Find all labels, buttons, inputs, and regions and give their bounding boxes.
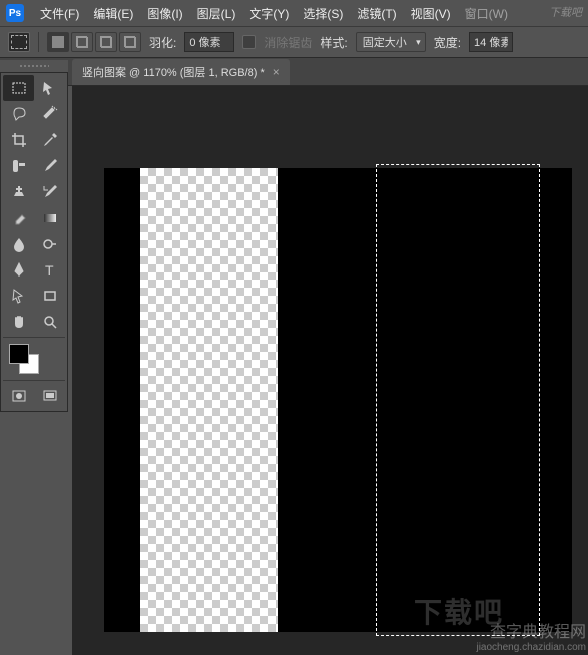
color-swatches — [3, 340, 65, 378]
blur-tool[interactable] — [3, 231, 34, 257]
rectangle-tool[interactable] — [34, 283, 65, 309]
menu-file[interactable]: 文件(F) — [34, 2, 85, 25]
pen-tool[interactable] — [3, 257, 34, 283]
close-icon[interactable]: × — [273, 65, 280, 79]
selection-new-button[interactable] — [47, 32, 69, 52]
menubar: Ps 文件(F) 编辑(E) 图像(I) 图层(L) 文字(Y) 选择(S) 滤… — [0, 0, 588, 26]
tools-panel-wrap: T — [0, 60, 68, 412]
tab-bar: 竖向图案 @ 1170% (图层 1, RGB/8) * × — [0, 58, 588, 86]
menu-view[interactable]: 视图(V) — [405, 2, 457, 25]
dodge-tool[interactable] — [34, 231, 65, 257]
menu-edit[interactable]: 编辑(E) — [87, 2, 139, 25]
clone-stamp-tool[interactable] — [3, 179, 34, 205]
path-selection-tool[interactable] — [3, 283, 34, 309]
antialias-checkbox[interactable] — [242, 35, 256, 49]
canvas-area[interactable] — [72, 86, 588, 655]
hand-tool[interactable] — [3, 309, 34, 335]
document-tab[interactable]: 竖向图案 @ 1170% (图层 1, RGB/8) * × — [72, 59, 290, 85]
selection-subtract-button[interactable] — [95, 32, 117, 52]
selection-add-button[interactable] — [71, 32, 93, 52]
document-tab-title: 竖向图案 @ 1170% (图层 1, RGB/8) * — [82, 64, 265, 80]
move-tool[interactable] — [34, 75, 65, 101]
width-label: 宽度: — [434, 34, 461, 51]
menu-layer[interactable]: 图层(L) — [191, 2, 242, 25]
eraser-tool[interactable] — [3, 205, 34, 231]
menu-filter[interactable]: 滤镜(T) — [351, 2, 402, 25]
spot-healing-tool[interactable] — [3, 153, 34, 179]
transparent-region — [140, 168, 278, 632]
selection-intersect-button[interactable] — [119, 32, 141, 52]
feather-input[interactable] — [184, 32, 234, 52]
menu-select[interactable]: 选择(S) — [297, 2, 349, 25]
eyedropper-tool[interactable] — [34, 127, 65, 153]
tools-panel: T — [0, 72, 68, 412]
antialias-label: 消除锯齿 — [264, 34, 312, 51]
app-logo-icon: Ps — [6, 4, 24, 22]
brush-tool[interactable] — [34, 153, 65, 179]
foreground-color[interactable] — [9, 344, 29, 364]
style-dropdown[interactable]: 固定大小 — [356, 32, 426, 52]
magic-wand-tool[interactable] — [34, 101, 65, 127]
watermark-top: 下载吧 — [549, 4, 582, 20]
type-tool[interactable]: T — [34, 257, 65, 283]
options-bar: 羽化: 消除锯齿 样式: 固定大小 宽度: — [0, 26, 588, 58]
gradient-tool[interactable] — [34, 205, 65, 231]
marquee-selection[interactable] — [376, 164, 540, 636]
feather-label: 羽化: — [149, 34, 176, 51]
zoom-tool[interactable] — [34, 309, 65, 335]
crop-tool[interactable] — [3, 127, 34, 153]
screen-mode-tool[interactable] — [34, 383, 65, 409]
tools-panel-handle[interactable] — [0, 60, 68, 72]
quick-mask-tool[interactable] — [3, 383, 34, 409]
document-canvas[interactable] — [104, 168, 572, 632]
svg-text:T: T — [45, 262, 54, 278]
history-brush-tool[interactable] — [34, 179, 65, 205]
menu-type[interactable]: 文字(Y) — [243, 2, 295, 25]
menu-image[interactable]: 图像(I) — [141, 2, 188, 25]
width-input[interactable] — [469, 32, 513, 52]
lasso-tool[interactable] — [3, 101, 34, 127]
style-label: 样式: — [320, 34, 347, 51]
selection-mode-group — [47, 32, 141, 52]
menu-window[interactable]: 窗口(W) — [459, 2, 514, 25]
rectangular-marquee-tool[interactable] — [3, 75, 34, 101]
current-tool-icon[interactable] — [8, 32, 30, 52]
